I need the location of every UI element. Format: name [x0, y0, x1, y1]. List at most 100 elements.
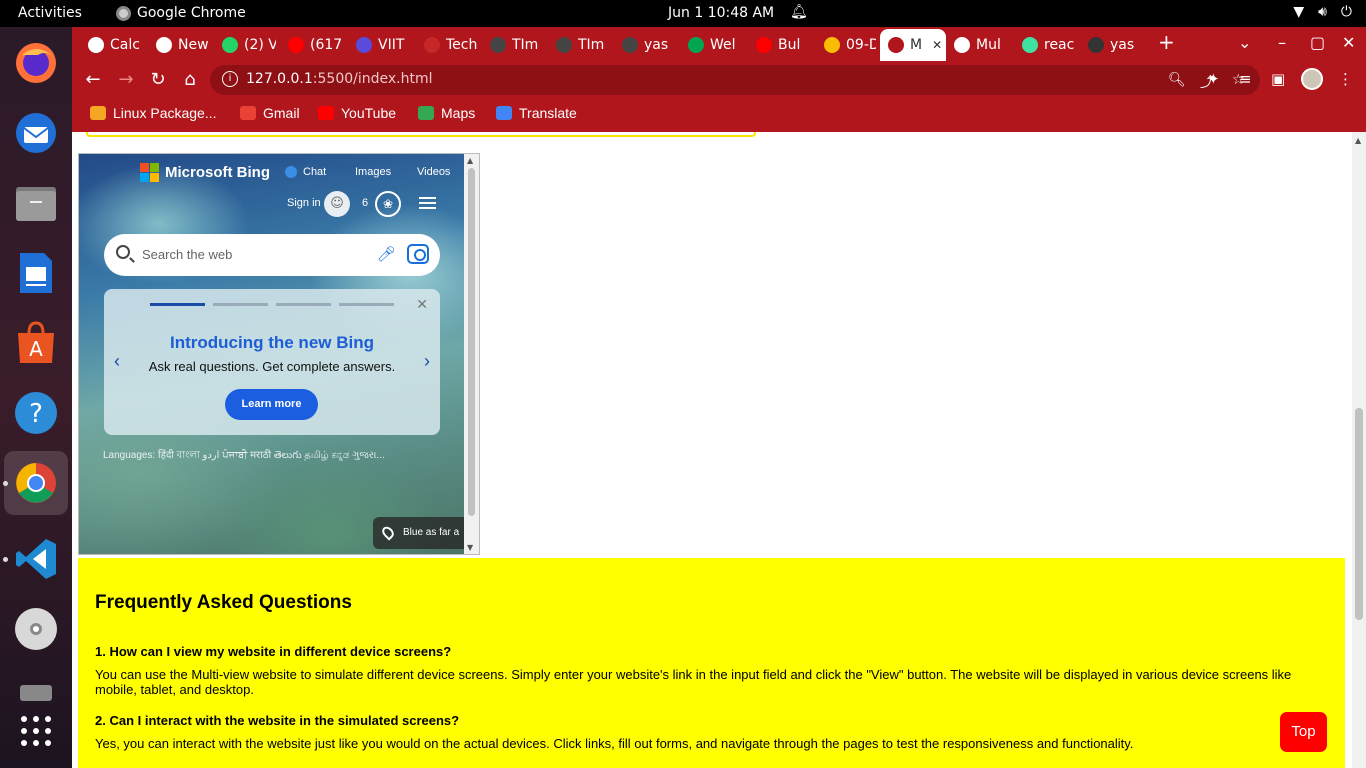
carousel-indicator[interactable]	[150, 303, 394, 306]
site-info-icon[interactable]: i	[222, 71, 238, 87]
bookmark-item[interactable]: YouTube	[318, 105, 396, 121]
bookmark-item[interactable]: Gmail	[240, 105, 300, 121]
browser-tab[interactable]: yas	[614, 31, 676, 59]
activities-button[interactable]: Activities	[18, 5, 82, 21]
frame-scrollbar[interactable]: ▲ ▼	[464, 154, 479, 554]
firefox-icon[interactable]	[12, 39, 60, 87]
home-button[interactable]: ⌂	[179, 69, 201, 90]
scroll-up-icon[interactable]: ▲	[1355, 136, 1361, 145]
bing-sign-in[interactable]: Sign in	[287, 197, 321, 209]
dvd-icon[interactable]	[12, 605, 60, 653]
browser-tab[interactable]: M ✕	[880, 29, 946, 61]
address-bar[interactable]: i 127.0.0.1:5500/index.html 🔍︎ ⤴ ☆	[210, 65, 1260, 95]
vscode-icon[interactable]	[12, 535, 60, 583]
learn-more-button[interactable]: Learn more	[225, 389, 318, 420]
browser-tab[interactable]: VIIT	[348, 31, 412, 59]
close-icon[interactable]: ✕	[416, 296, 428, 313]
tab-label: Bul	[778, 37, 801, 53]
hamburger-menu-icon[interactable]	[419, 197, 436, 210]
libreoffice-impress-icon[interactable]	[12, 249, 60, 297]
page-scroll-thumb[interactable]	[1355, 408, 1363, 620]
image-caption[interactable]: Blue as far a	[373, 517, 469, 549]
browser-tab[interactable]: reac	[1014, 31, 1076, 59]
image-caption-text: Blue as far a	[403, 527, 460, 538]
new-tab-button[interactable]: +	[1158, 30, 1175, 54]
bing-search-box[interactable]: Search the web 🎤︎	[104, 234, 440, 276]
profile-avatar[interactable]	[1301, 68, 1323, 90]
back-button[interactable]: ←	[82, 69, 104, 90]
browser-tab[interactable]: Mul	[946, 31, 1010, 59]
bing-nav-videos[interactable]: Videos	[417, 166, 450, 178]
browser-tab[interactable]: Calc	[80, 31, 144, 59]
browser-tab[interactable]: TIm	[548, 31, 610, 59]
bookmark-item[interactable]: Translate	[496, 105, 577, 121]
tab-search-icon[interactable]: ⌄	[1238, 33, 1251, 52]
bing-promo-card: ✕ ‹ › Introducing the new Bing Ask real …	[104, 289, 440, 435]
browser-tab[interactable]: Tech	[416, 31, 478, 59]
side-panel-icon[interactable]: ▣	[1271, 70, 1285, 88]
close-window-icon[interactable]: ✕	[1342, 33, 1355, 52]
tab-label: (617	[310, 37, 343, 53]
bing-nav-images[interactable]: Images	[355, 166, 391, 178]
maximize-icon[interactable]: ▢	[1310, 33, 1325, 52]
user-icon[interactable]: ☺	[324, 191, 350, 217]
extensions-icon[interactable]: ✦	[1207, 70, 1220, 88]
bookmark-item[interactable]: Maps	[418, 105, 475, 121]
media-control-icon[interactable]: ≡	[1239, 70, 1252, 88]
rewards-count: 6	[362, 197, 369, 209]
scroll-up-icon[interactable]: ▲	[467, 156, 473, 165]
browser-toolbar: ← → ↻ ⌂ i 127.0.0.1:5500/index.html 🔍︎ ⤴…	[72, 61, 1366, 99]
scroll-down-icon[interactable]: ▼	[467, 543, 473, 552]
scroll-to-top-button[interactable]: Top	[1280, 712, 1327, 752]
close-tab-icon[interactable]: ✕	[932, 38, 942, 52]
browser-tab[interactable]: (2) V	[214, 31, 276, 59]
visual-search-icon[interactable]	[407, 244, 429, 264]
location-pin-icon	[379, 524, 397, 541]
microphone-icon[interactable]: 🎤︎	[377, 245, 396, 263]
zoom-icon[interactable]: 🔍︎	[1168, 72, 1186, 88]
app-center-icon[interactable]: A	[12, 319, 60, 367]
app-menu[interactable]: Google Chrome	[116, 5, 246, 21]
show-apps-icon[interactable]	[12, 707, 60, 755]
tab-favicon-icon	[1088, 37, 1104, 53]
bookmark-label: Translate	[519, 105, 577, 121]
wifi-icon: ▼	[1293, 4, 1305, 20]
chat-icon	[285, 166, 297, 179]
bookmark-item[interactable]: Linux Package...	[90, 105, 217, 121]
faq-question: 1. How can I view my website in differen…	[95, 644, 452, 659]
tab-favicon-icon	[622, 37, 638, 53]
bing-nav-chat[interactable]: Chat	[285, 166, 326, 179]
thunderbird-icon[interactable]	[12, 109, 60, 157]
tab-favicon-icon	[88, 37, 104, 53]
rewards-trophy-icon[interactable]: ❀	[375, 191, 401, 217]
help-icon[interactable]: ?	[12, 389, 60, 437]
browser-tab[interactable]: New	[148, 31, 210, 59]
bing-logo[interactable]: Microsoft Bing	[140, 163, 270, 182]
bookmark-favicon-icon	[90, 106, 106, 120]
device-preview-frame[interactable]: Microsoft Bing Chat Images Videos Sign i…	[78, 153, 480, 555]
browser-tab[interactable]: Bul	[748, 31, 812, 59]
browser-tab[interactable]: TIm	[482, 31, 544, 59]
browser-tab[interactable]: Wel	[680, 31, 744, 59]
languages-list[interactable]: Languages: हिंदी বাংলা اردو ਪੰਜਾਬੀ मराठी…	[103, 447, 385, 465]
browser-tab[interactable]: yas	[1080, 31, 1142, 59]
bing-search-placeholder: Search the web	[142, 247, 233, 262]
tab-label: New	[178, 37, 209, 53]
browser-tab[interactable]: (617	[280, 31, 344, 59]
frame-scroll-thumb[interactable]	[468, 168, 475, 516]
minimize-icon[interactable]: –	[1278, 33, 1286, 52]
forward-button[interactable]: →	[115, 69, 137, 90]
url-host: 127.0.0.1	[246, 71, 313, 87]
tab-favicon-icon	[954, 37, 970, 53]
chrome-menu-icon[interactable]: ⋮	[1338, 70, 1353, 88]
clock[interactable]: Jun 1 10:48 AM	[668, 5, 774, 21]
svg-text:?: ?	[29, 399, 43, 429]
reload-button[interactable]: ↻	[147, 69, 169, 90]
tab-favicon-icon	[756, 37, 772, 53]
chrome-icon[interactable]	[4, 451, 68, 515]
system-tray[interactable]: ▼ 🔊︎ ⏻	[1293, 4, 1352, 20]
page-scrollbar[interactable]: ▲	[1352, 132, 1366, 768]
files-icon[interactable]	[12, 179, 60, 227]
browser-tab[interactable]: 09-D	[816, 31, 876, 59]
promo-subtitle: Ask real questions. Get complete answers…	[148, 359, 396, 374]
